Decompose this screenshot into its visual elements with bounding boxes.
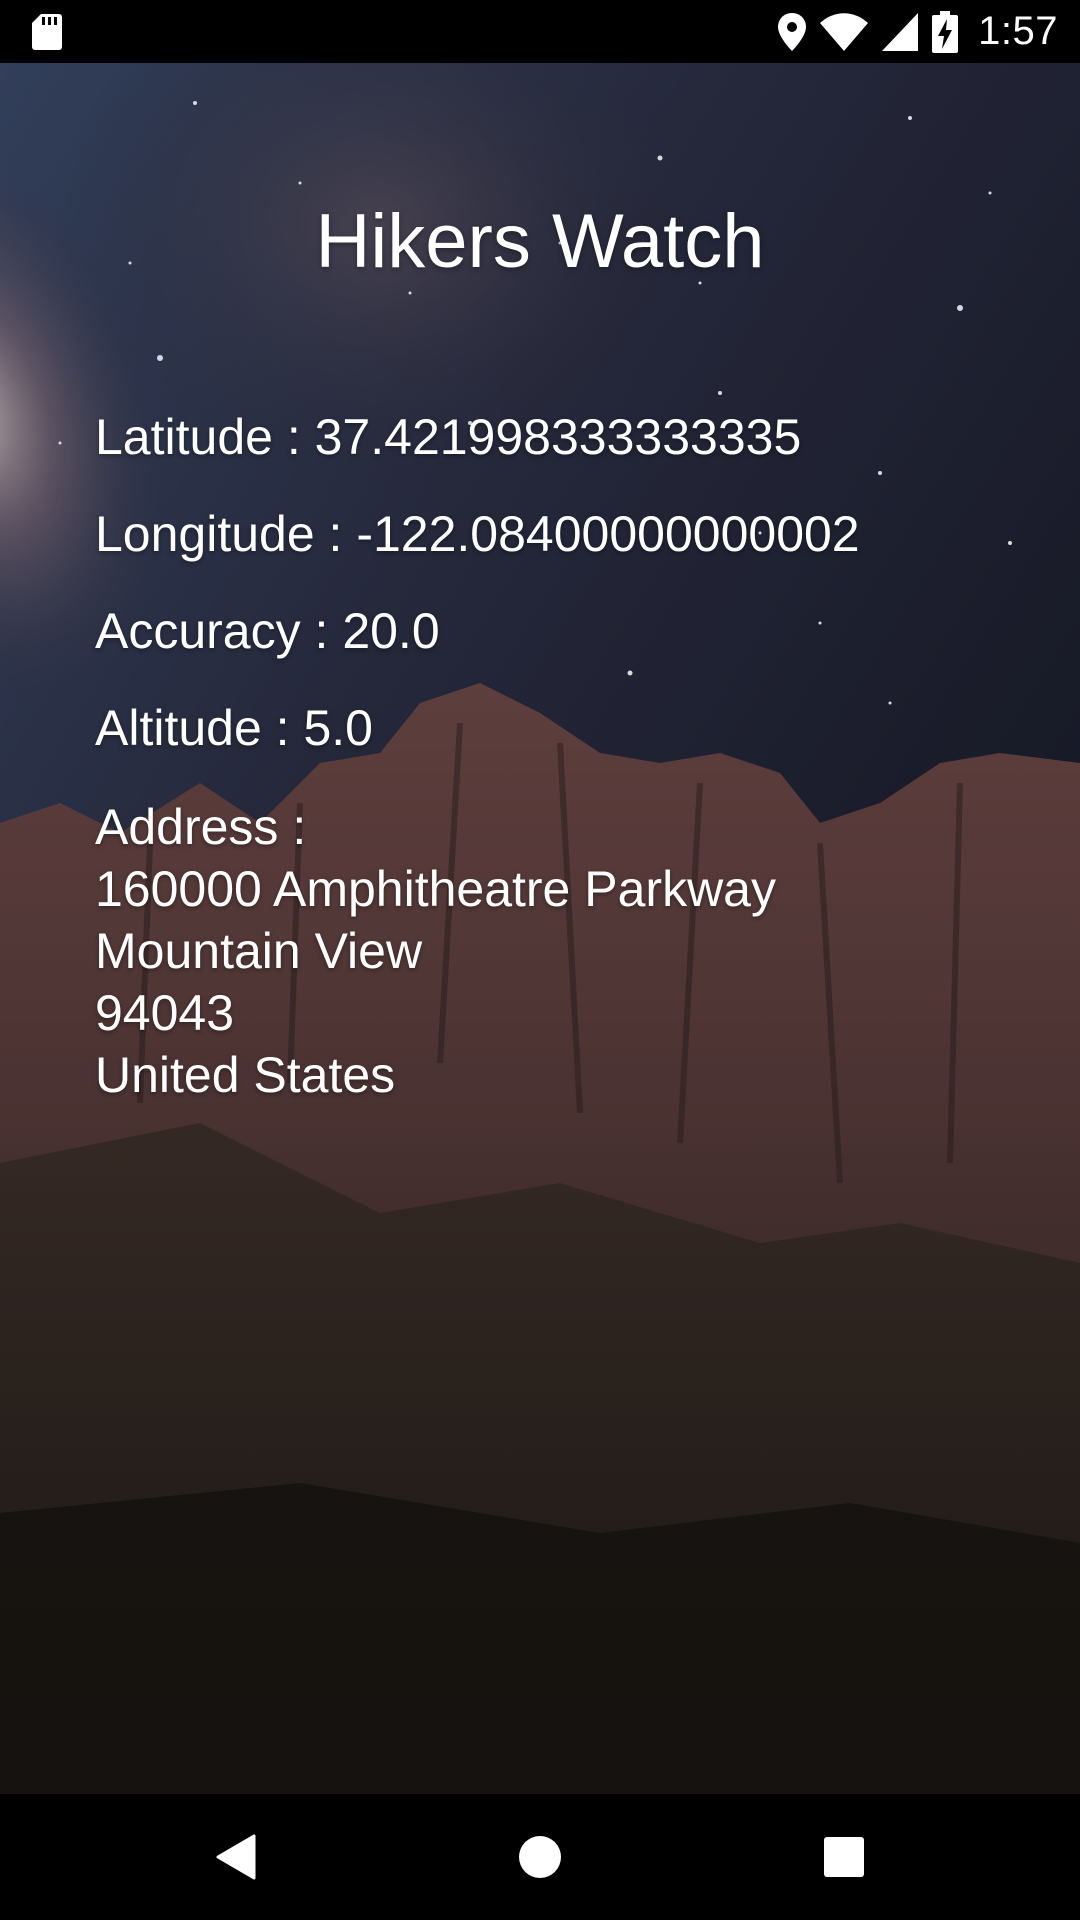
address-line-country: United States (95, 1047, 396, 1103)
altitude-label: Altitude (95, 700, 262, 756)
longitude-separator: : (314, 506, 357, 562)
longitude-row: Longitude : -122.08400000000002 (95, 503, 860, 565)
address-label: Address : (95, 799, 307, 855)
latitude-value: 37.421998333333335 (314, 409, 802, 465)
screen: 1:57 Hikers Watch Latitude: 37.42199833… (0, 0, 1080, 1920)
accuracy-label: Accuracy (95, 603, 301, 659)
latitude-label: Latitude (95, 409, 273, 465)
home-icon (519, 1836, 561, 1878)
address-line-street: 160000 Amphitheatre Parkway (95, 861, 776, 917)
address-line-postal-code: 94043 (95, 985, 235, 1041)
longitude-label: Longitude (95, 506, 315, 562)
sd-card-icon (32, 14, 62, 50)
app-title: Hikers Watch (315, 199, 765, 284)
accuracy-value: 20.0 (342, 603, 440, 659)
back-button[interactable] (200, 1822, 270, 1892)
status-time: 1:57 (978, 9, 1058, 53)
status-bar: 1:57 (0, 0, 1080, 63)
recents-icon (824, 1837, 864, 1877)
address-block: Address : 160000 Amphitheatre Parkway Mo… (95, 796, 776, 1106)
wifi-icon (820, 12, 869, 51)
status-icons: 1:57 (778, 0, 1058, 63)
accuracy-row: Accuracy : 20.0 (95, 600, 440, 662)
accuracy-separator: : (300, 603, 343, 659)
altitude-separator: : (261, 700, 304, 756)
home-button[interactable] (505, 1822, 575, 1892)
battery-charging-icon (932, 10, 959, 53)
location-icon (778, 12, 807, 51)
cell-signal-icon (882, 12, 919, 51)
longitude-value: -122.08400000000002 (356, 506, 860, 562)
altitude-value: 5.0 (303, 700, 373, 756)
back-icon (216, 1834, 256, 1880)
altitude-row: Altitude : 5.0 (95, 697, 373, 759)
address-line-city: Mountain View (95, 923, 423, 979)
latitude-separator: : (272, 409, 315, 465)
latitude-row: Latitude : 37.421998333333335 (95, 406, 801, 468)
recents-button[interactable] (809, 1822, 879, 1892)
navigation-bar (0, 1794, 1080, 1920)
